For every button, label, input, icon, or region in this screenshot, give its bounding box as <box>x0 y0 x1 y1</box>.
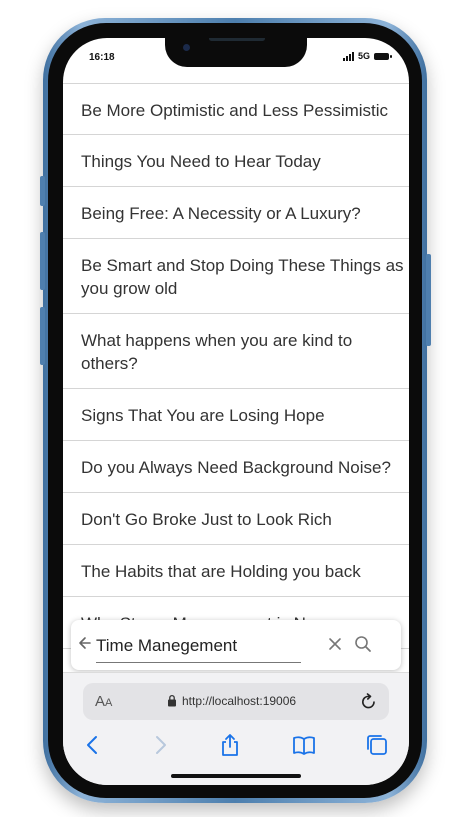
status-time: 16:18 <box>89 52 115 63</box>
list-item[interactable]: Being Free: A Necessity or A Luxury? <box>63 187 409 239</box>
back-arrow-icon[interactable] <box>77 634 93 652</box>
address-bar[interactable]: AA http://localhost:19006 <box>83 683 389 720</box>
text-size-small-label: A <box>105 697 113 709</box>
action-button <box>40 176 45 206</box>
url-text: http://localhost:19006 <box>182 694 297 708</box>
camera-icon <box>183 44 190 51</box>
search-icon[interactable] <box>354 635 372 653</box>
list-item[interactable]: Do you Always Need Background Noise? <box>63 441 409 493</box>
list-item[interactable]: The Habits that are Holding you back <box>63 545 409 597</box>
text-size-large-label: A <box>95 693 106 710</box>
share-icon[interactable] <box>218 733 242 757</box>
speaker-grille <box>209 38 265 41</box>
tabs-icon[interactable] <box>365 733 389 757</box>
notch <box>165 38 307 67</box>
browser-toolbar: AA http://localhost:19006 <box>63 672 409 785</box>
bookmarks-icon[interactable] <box>292 733 316 757</box>
list-item[interactable]: Be More Optimistic and Less Pessimistic <box>63 83 409 135</box>
signal-icon <box>342 51 354 61</box>
home-indicator <box>171 774 301 778</box>
volume-down-button <box>40 307 45 365</box>
status-indicators: 5G <box>342 51 392 61</box>
search-input[interactable] <box>96 634 301 663</box>
back-icon[interactable] <box>81 733 105 757</box>
reload-icon[interactable] <box>360 693 377 710</box>
network-label: 5G <box>357 51 370 61</box>
lock-icon <box>168 694 176 707</box>
battery-icon <box>374 52 392 60</box>
forward-icon[interactable] <box>148 733 172 757</box>
list-item[interactable]: Be Smart and Stop Doing These Things as … <box>63 239 409 314</box>
list-item[interactable]: Things You Need to Hear Today <box>63 135 409 187</box>
clear-icon[interactable] <box>327 636 343 652</box>
text-size-button[interactable]: AA <box>95 693 112 710</box>
list-item[interactable]: Don't Go Broke Just to Look Rich <box>63 493 409 545</box>
search-bar <box>71 620 401 670</box>
power-button <box>426 254 431 346</box>
list-item[interactable]: Signs That You are Losing Hope <box>63 389 409 441</box>
article-list: Be More Optimistic and Less Pessimistic … <box>63 83 409 649</box>
list-item[interactable]: What happens when you are kind to others… <box>63 314 409 389</box>
phone-screen: Be More Optimistic and Less Pessimistic … <box>63 38 409 785</box>
volume-up-button <box>40 232 45 290</box>
